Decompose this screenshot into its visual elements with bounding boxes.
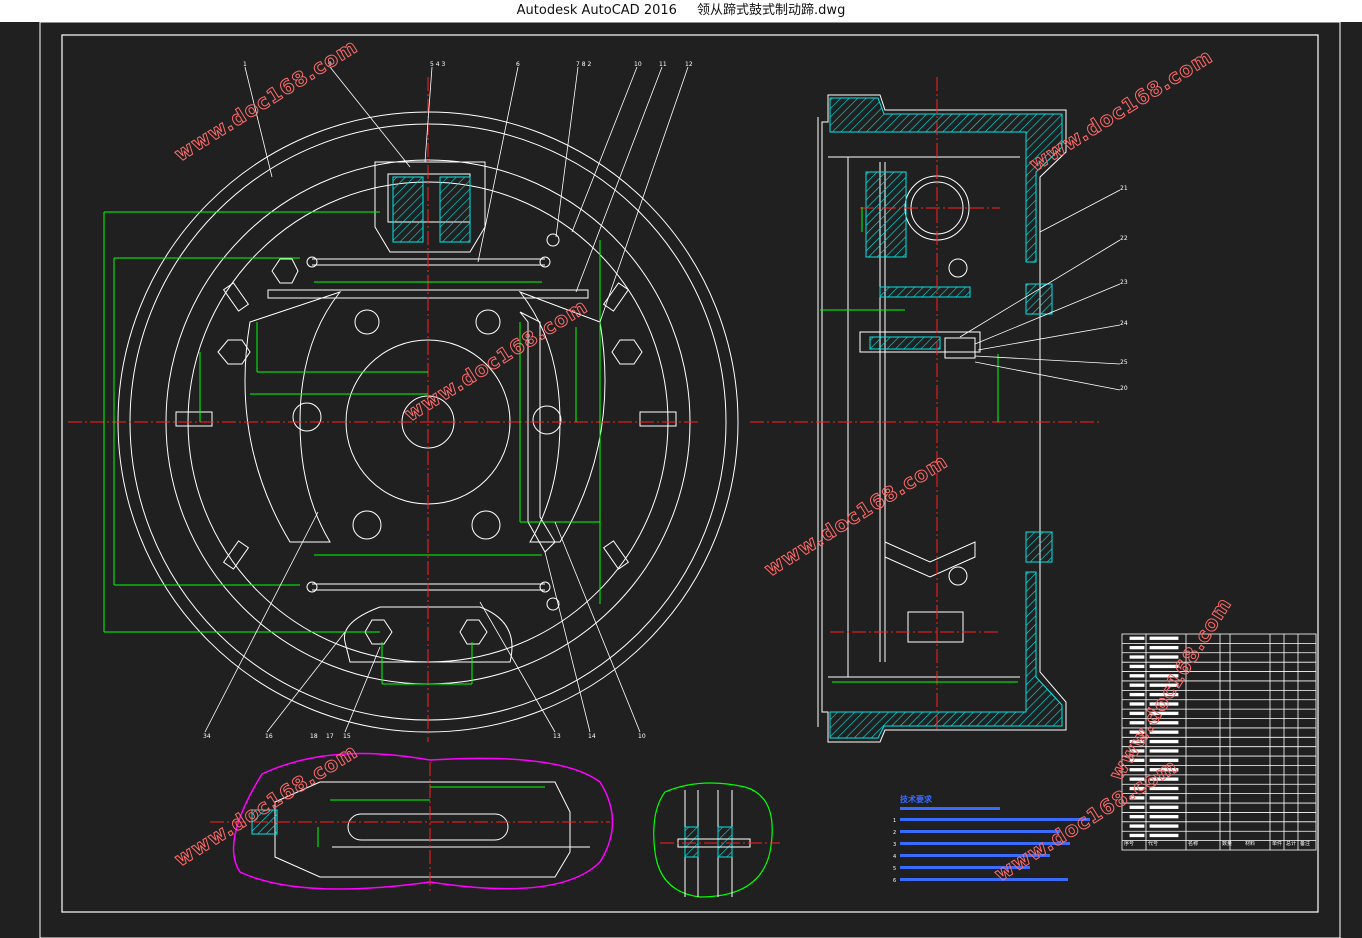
svg-text:16: 16 (265, 733, 273, 740)
svg-text:www.doc168.com: www.doc168.com (170, 739, 362, 871)
svg-text:5 4 3: 5 4 3 (430, 61, 445, 68)
bom-cell-text (1129, 664, 1145, 669)
svg-text:5: 5 (893, 866, 896, 872)
svg-text:10: 10 (634, 61, 642, 68)
bom-cell-text (1149, 796, 1179, 800)
svg-text:11: 11 (659, 61, 667, 68)
cad-drawing[interactable]: 1 9 5 4 3 6 7 8 2 10 11 12 34 16 18 17 1… (0, 22, 1362, 938)
svg-text:25: 25 (1120, 359, 1128, 366)
bom-cell-text (1129, 824, 1145, 828)
svg-text:14: 14 (588, 733, 596, 740)
svg-text:13: 13 (553, 733, 561, 740)
svg-text:24: 24 (1120, 320, 1128, 327)
svg-text:20: 20 (1120, 385, 1128, 392)
svg-text:22: 22 (1120, 235, 1128, 242)
svg-text:材料: 材料 (1245, 840, 1255, 847)
svg-text:1: 1 (243, 61, 247, 68)
bottom-part-labels: 34 16 18 17 15 13 14 10 (203, 733, 646, 740)
bom-cell-text (1129, 805, 1145, 809)
bom-cell-text (1129, 674, 1145, 678)
bom-cell-text (1149, 636, 1179, 640)
svg-text:7 8 2: 7 8 2 (576, 61, 591, 68)
svg-text:备注: 备注 (1300, 840, 1310, 847)
svg-text:17: 17 (326, 733, 334, 740)
bom-cell-text (1149, 739, 1179, 744)
svg-text:10: 10 (638, 733, 646, 740)
drawing-canvas[interactable]: 1 9 5 4 3 6 7 8 2 10 11 12 34 16 18 17 1… (0, 22, 1362, 938)
bom-cell-text (1129, 833, 1145, 838)
section-centerlines (750, 77, 1100, 732)
bom-cell-text (1149, 824, 1179, 828)
svg-text:www.doc168.com: www.doc168.com (400, 294, 592, 426)
bom-cell-text (1149, 655, 1179, 659)
svg-text:12: 12 (685, 61, 693, 68)
bom-cell-text (1129, 655, 1145, 659)
svg-text:21: 21 (1120, 185, 1128, 192)
svg-text:序号: 序号 (1124, 840, 1134, 847)
window-titlebar: Autodesk AutoCAD 2016 领从蹄式鼓式制动蹄.dwg (0, 0, 1362, 22)
bom-cell-text (1129, 645, 1145, 650)
bom-cell-text (1129, 683, 1145, 687)
svg-text:www.doc168.com: www.doc168.com (760, 449, 952, 581)
svg-text:2: 2 (893, 830, 896, 836)
bom-cell-text (1149, 833, 1179, 838)
front-dimensions (103, 211, 601, 685)
bom-cell-text (1149, 805, 1179, 809)
svg-text:总计: 总计 (1286, 840, 1296, 847)
cylinder-hatch-left (392, 176, 424, 243)
bom-cell-text (1129, 636, 1145, 640)
svg-text:6: 6 (893, 878, 896, 884)
cylinder-hatch-right (439, 176, 471, 243)
app-title: Autodesk AutoCAD 2016 (516, 3, 677, 18)
svg-text:1: 1 (893, 818, 896, 824)
svg-text:名称: 名称 (1188, 840, 1198, 847)
bill-of-materials (1121, 633, 1317, 851)
bom-cell-text (1129, 692, 1145, 697)
document-name: 领从蹄式鼓式制动蹄.dwg (697, 3, 846, 18)
bom-cell-text (1129, 815, 1145, 819)
svg-text:技术要求: 技术要求 (900, 794, 933, 804)
bom-cell-text (1149, 645, 1179, 650)
bom-cell-text (1149, 815, 1179, 819)
svg-text:23: 23 (1120, 279, 1128, 286)
side-part-labels: 21 22 23 24 25 20 (1120, 185, 1128, 392)
detail-view-left (210, 752, 614, 892)
bom-headers: 序号 代号 名称 数量 材料 单件 总计 备注 (1124, 840, 1310, 847)
svg-text:34: 34 (203, 733, 211, 740)
detail-view-right (653, 782, 780, 898)
front-centerlines (68, 77, 700, 742)
svg-text:www.doc168.com: www.doc168.com (170, 34, 362, 166)
sheet-border (39, 22, 1341, 938)
bom-cell-text (1149, 749, 1179, 753)
svg-text:代号: 代号 (1148, 840, 1158, 847)
svg-text:15: 15 (343, 733, 351, 740)
svg-text:单件: 单件 (1272, 840, 1282, 847)
svg-text:18: 18 (310, 733, 318, 740)
svg-text:6: 6 (516, 61, 520, 68)
svg-text:4: 4 (893, 854, 896, 860)
bom-cell-text (1129, 702, 1145, 706)
svg-text:数量: 数量 (1222, 840, 1232, 847)
section-view (817, 94, 1067, 743)
svg-text:3: 3 (893, 842, 896, 848)
watermarks: www.doc168.com www.doc168.com www.doc168… (169, 33, 1236, 886)
section-dimensions (820, 207, 1018, 683)
